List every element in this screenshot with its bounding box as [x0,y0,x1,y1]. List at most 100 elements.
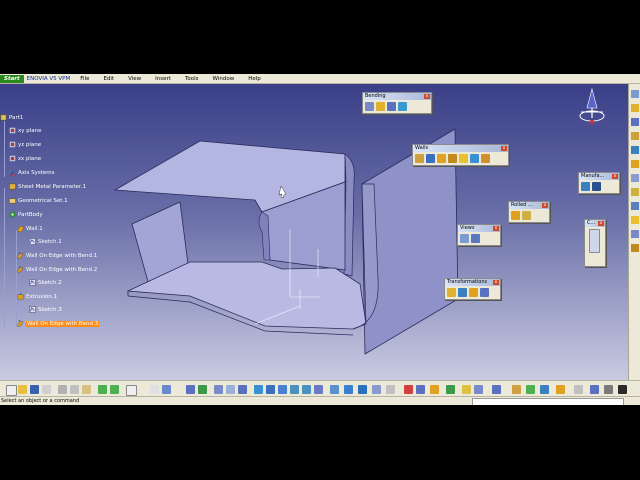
flange-icon[interactable] [459,154,468,163]
hide-show-icon[interactable] [214,385,223,394]
shading-icon[interactable] [358,385,367,394]
inner-bend-face[interactable] [258,211,271,261]
axis-to-axis-icon[interactable] [480,288,489,297]
close-icon[interactable]: x [501,146,507,151]
recognize-icon[interactable] [540,385,549,394]
bend-from-flat-icon[interactable] [376,102,385,111]
rotation-icon[interactable] [458,288,467,297]
tear-drop-icon[interactable] [481,154,490,163]
paste-icon[interactable] [82,385,91,394]
tree-node-wall-on-edge-1[interactable]: Wall On Edge with Bend.1 [17,252,97,259]
wall-icon[interactable] [415,154,424,163]
tree-node-wall-on-edge-3[interactable]: Wall On Edge with Bend.3 [17,320,100,327]
tree-node-wall-1[interactable]: Wall.1 [17,225,43,232]
save-icon[interactable] [30,385,39,394]
tree-node-zx-plane[interactable]: zx plane [9,155,41,162]
tree-node-partbody[interactable]: PartBody [9,211,43,218]
menu-help[interactable]: Help [248,76,261,82]
point-icon[interactable] [631,188,639,196]
tree-node-geometrical-set[interactable]: Geometrical Set.1 [9,197,68,204]
swept-walls-icon[interactable] [448,154,457,163]
whats-this-icon[interactable] [126,385,137,396]
sketcher-icon[interactable] [631,90,639,98]
views-toolbar[interactable]: Views x [457,224,501,246]
hide-icon[interactable] [372,385,381,394]
menu-enovia[interactable]: ENOVIA V5 VPM [27,76,71,82]
tree-node-xy-plane[interactable]: xy plane [9,127,42,134]
save-dxf-icon[interactable] [592,182,601,191]
bending-toolbar[interactable]: Bending x [362,92,432,114]
select-icon[interactable] [198,385,207,394]
walls-toolbar[interactable]: Walls x [412,144,509,166]
hem-icon[interactable] [470,154,479,163]
unfold-icon[interactable] [387,102,396,111]
normal-view-icon[interactable] [314,385,323,394]
multi-viewer-icon[interactable] [471,234,480,243]
rotate-icon[interactable] [278,385,287,394]
start-menu[interactable]: Start [0,74,24,83]
line-icon[interactable] [474,385,483,394]
menu-insert[interactable]: Insert [155,76,171,82]
measure-icon[interactable] [631,230,639,238]
manufacturing-preparation-icon[interactable] [581,182,590,191]
constraint-icon[interactable] [589,229,600,253]
swap-icon[interactable] [386,385,395,394]
formula-icon[interactable] [150,385,159,394]
new-icon[interactable] [6,385,17,396]
point-icon[interactable] [462,385,471,394]
tree-node-sketch-3[interactable]: Sketch.3 [29,306,62,313]
print-icon[interactable] [42,385,51,394]
plane-icon[interactable] [631,216,639,224]
copy-icon[interactable] [70,385,79,394]
tree-node-extrusion-1[interactable]: Extrusion.1 [17,293,57,300]
cut-icon[interactable] [58,385,67,394]
tree-node-yz-plane[interactable]: yz plane [9,141,41,148]
tree-node-wall-on-edge-2[interactable]: Wall On Edge with Bend.2 [17,266,97,273]
fit-all-icon[interactable] [254,385,263,394]
cut-icon[interactable] [631,104,639,112]
sheet-metal-parameters-icon[interactable] [512,385,521,394]
fold-unfold-icon[interactable] [460,234,469,243]
chamfer-icon[interactable] [631,146,639,154]
close-icon[interactable]: x [493,280,499,285]
close-icon[interactable]: x [493,226,499,231]
zoom-in-icon[interactable] [290,385,299,394]
knowledge-icon[interactable] [162,385,171,394]
view-mode-icon[interactable] [344,385,353,394]
measure-between-icon[interactable] [404,385,413,394]
check-overlap-icon[interactable] [526,385,535,394]
line-icon[interactable] [631,202,639,210]
quick-view-icon[interactable] [330,385,339,394]
hopper-icon[interactable] [511,211,520,220]
top-bend-face[interactable] [343,153,355,277]
zoom-out-icon[interactable] [302,385,311,394]
arrow-icon[interactable] [618,385,627,394]
redo-icon[interactable] [110,385,119,394]
rolled-walls-toolbar[interactable]: Rolled ... x [508,201,550,223]
apply-material-icon[interactable] [430,385,439,394]
pan-icon[interactable] [266,385,275,394]
pattern-icon[interactable] [631,174,639,182]
extrusion-icon[interactable] [556,385,565,394]
tree-node-sketch-2[interactable]: Sketch.2 [29,279,62,286]
manufacturing-toolbar[interactable]: Manufa... x [578,172,620,194]
tree-root[interactable]: Part1 [0,114,23,121]
corner-icon[interactable] [631,132,639,140]
compass-icon[interactable] [575,86,609,130]
wall-on-edge-icon[interactable] [426,154,435,163]
c-toolbar[interactable]: C... x [584,219,606,267]
hole-icon[interactable] [631,118,639,126]
rolled-wall-icon[interactable] [522,211,531,220]
tree-node-axis-systems[interactable]: Axis Systems [9,169,55,176]
unfold-icon[interactable] [590,385,599,394]
menu-window[interactable]: Window [213,76,235,82]
transformations-toolbar[interactable]: Transformations x [444,278,501,300]
close-icon[interactable]: x [598,221,604,226]
fold-icon[interactable] [398,102,407,111]
close-icon[interactable]: x [612,174,618,179]
undo-icon[interactable] [98,385,107,394]
menu-edit[interactable]: Edit [103,76,114,82]
tree-node-sketch-1[interactable]: Sketch.1 [29,238,62,245]
fold-icon[interactable] [574,385,583,394]
swap-visible-space-icon[interactable] [226,385,235,394]
